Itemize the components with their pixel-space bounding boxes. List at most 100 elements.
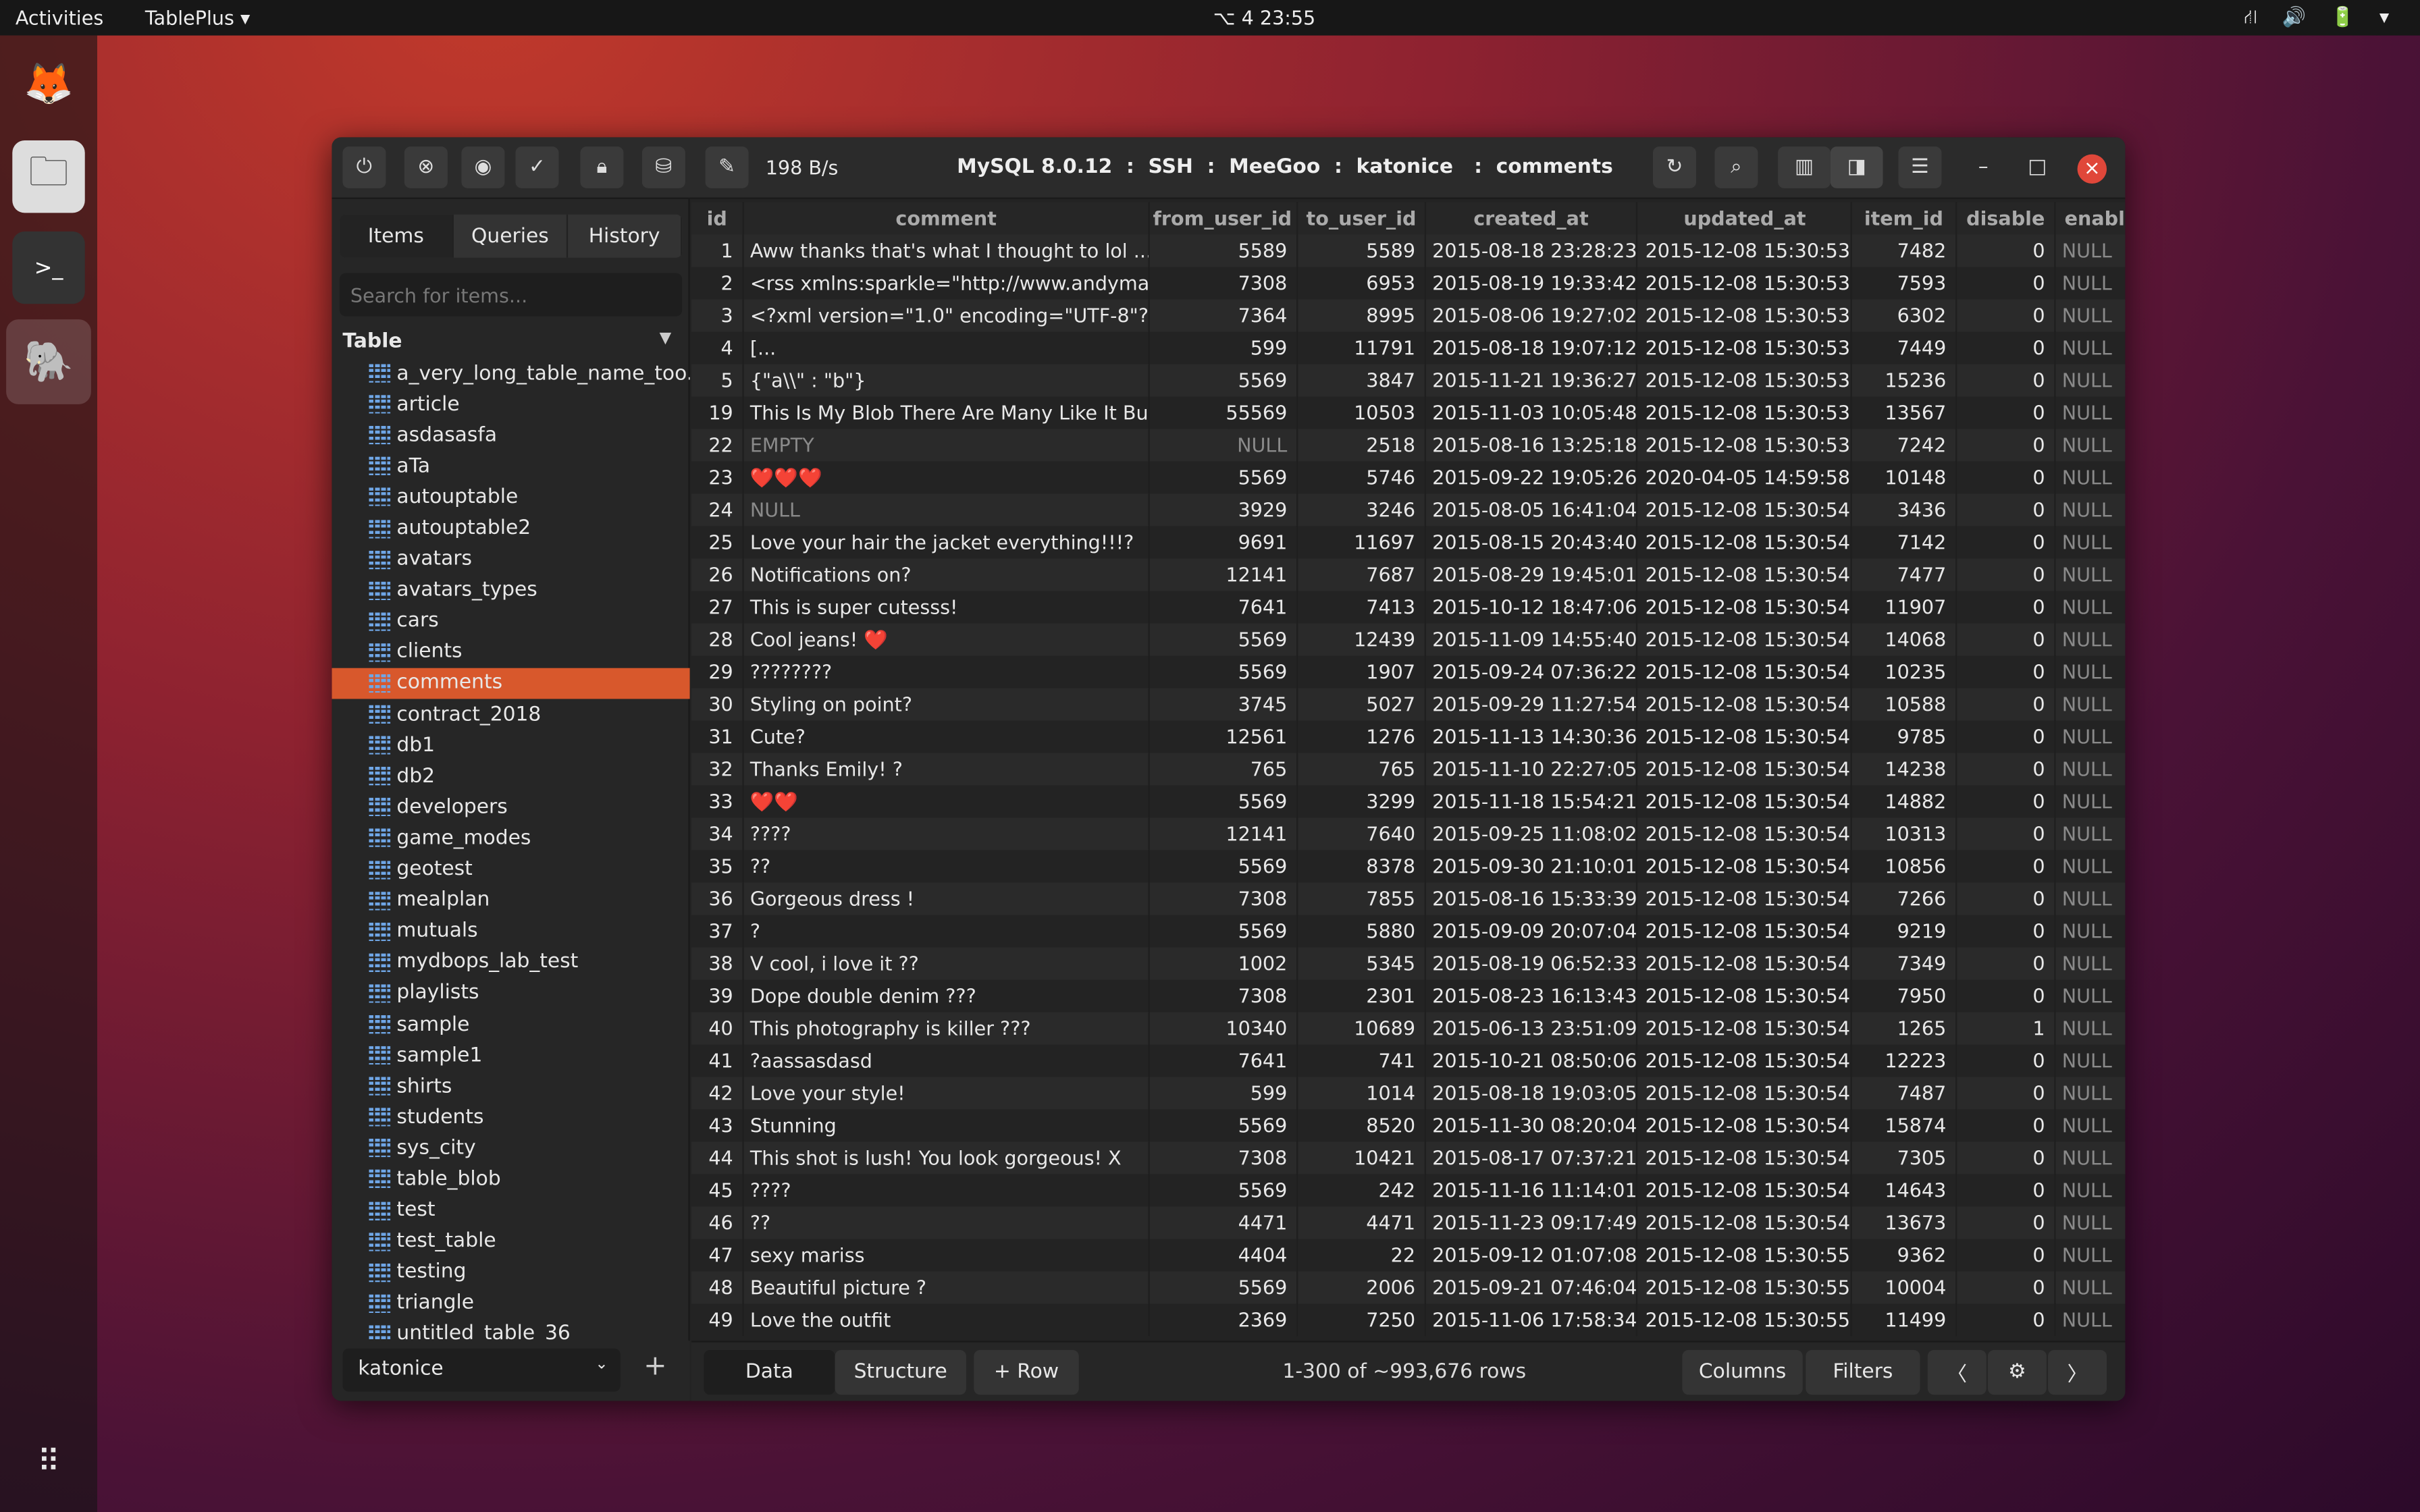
sidebar-item-contract-2018[interactable]: contract_2018: [332, 699, 689, 730]
cell-comment[interactable]: ????????: [744, 655, 1150, 688]
cell-enable[interactable]: NULL: [2056, 493, 2126, 526]
cell-enable[interactable]: NULL: [2056, 623, 2126, 655]
cell-from_user_id[interactable]: 5569: [1149, 850, 1298, 883]
sidebar-item-article[interactable]: article: [332, 389, 689, 420]
cell-disable[interactable]: 0: [1957, 234, 2056, 267]
cell-id[interactable]: 4: [691, 331, 744, 364]
search-input[interactable]: Search for items...: [339, 273, 683, 317]
cell-enable[interactable]: NULL: [2056, 461, 2126, 493]
cell-enable[interactable]: NULL: [2056, 753, 2126, 785]
cell-comment[interactable]: Dope double denim ???: [744, 979, 1150, 1013]
cell-item_id[interactable]: 7593: [1852, 267, 1957, 300]
cell-updated_at[interactable]: 2015-12-08 15:30:54: [1639, 1012, 1852, 1045]
cell-id[interactable]: 36: [691, 882, 744, 915]
cell-created_at[interactable]: 2015-08-18 19:07:12: [1426, 331, 1638, 364]
cell-id[interactable]: 24: [691, 493, 744, 526]
sidebar-item-mydbops-lab-test[interactable]: mydbops_lab_test: [332, 947, 689, 978]
app-grid-icon[interactable]: ⠿: [12, 1424, 84, 1496]
cell-enable[interactable]: NULL: [2056, 1271, 2126, 1303]
cell-item_id[interactable]: 9362: [1852, 1239, 1957, 1272]
cell-updated_at[interactable]: 2015-12-08 15:30:54: [1639, 915, 1852, 948]
cell-to_user_id[interactable]: 10689: [1298, 1012, 1426, 1045]
cell-item_id[interactable]: 14643: [1852, 1174, 1957, 1207]
cell-disable[interactable]: 0: [1957, 1044, 2056, 1077]
cell-id[interactable]: 34: [691, 817, 744, 850]
cell-enable[interactable]: NULL: [2056, 1077, 2126, 1109]
cell-created_at[interactable]: 2015-11-09 14:55:40: [1426, 623, 1638, 656]
cell-from_user_id[interactable]: NULL: [1149, 429, 1298, 462]
table-row[interactable]: 3 <?xml version="1.0" encoding="UTF-8"?>.…: [691, 299, 2126, 332]
sidebar-item-students[interactable]: students: [332, 1102, 689, 1133]
cell-disable[interactable]: 0: [1957, 1271, 2056, 1304]
sidebar-item-playlists[interactable]: playlists: [332, 978, 689, 1009]
settings-icon[interactable]: ⚙: [1987, 1349, 2047, 1395]
cell-created_at[interactable]: 2015-08-19 19:33:42: [1426, 267, 1638, 300]
cell-to_user_id[interactable]: 12439: [1298, 623, 1426, 656]
cell-from_user_id[interactable]: 5569: [1149, 364, 1298, 397]
cell-item_id[interactable]: 11907: [1852, 591, 1957, 624]
cell-updated_at[interactable]: 2015-12-08 15:30:54: [1639, 655, 1852, 688]
cell-from_user_id[interactable]: 10340: [1149, 1012, 1298, 1045]
sidebar-item-mealplan[interactable]: mealplan: [332, 885, 689, 916]
cell-created_at[interactable]: 2015-06-13 23:51:09: [1426, 1012, 1638, 1045]
cell-comment[interactable]: Love the outfit: [744, 1303, 1150, 1336]
power-icon[interactable]: ⏻: [342, 146, 386, 188]
files-icon[interactable]: 🗀: [12, 140, 85, 213]
cell-disable[interactable]: 0: [1957, 1109, 2056, 1142]
table-row[interactable]: 19 This Is My Blob There Are Many Like It…: [691, 396, 2125, 429]
cell-updated_at[interactable]: 2015-12-08 15:30:53: [1639, 267, 1852, 300]
cell-created_at[interactable]: 2015-11-13 14:30:36: [1426, 720, 1638, 753]
edit-icon[interactable]: ✎: [705, 146, 749, 188]
cell-id[interactable]: 30: [691, 688, 744, 721]
close-icon[interactable]: ×: [2077, 154, 2107, 184]
cell-updated_at[interactable]: 2015-12-08 15:30:54: [1639, 623, 1852, 656]
sidebar-item-mutuals[interactable]: mutuals: [332, 916, 689, 947]
cell-comment[interactable]: {"a\\" : "b"}: [744, 364, 1150, 397]
cell-updated_at[interactable]: 2015-12-08 15:30:54: [1639, 785, 1852, 818]
cell-from_user_id[interactable]: 9691: [1149, 526, 1298, 559]
add-icon[interactable]: +: [643, 1350, 667, 1382]
cell-item_id[interactable]: 9219: [1852, 915, 1957, 948]
cell-updated_at[interactable]: 2015-12-08 15:30:53: [1639, 396, 1852, 429]
cell-to_user_id[interactable]: 8995: [1298, 299, 1426, 332]
cell-to_user_id[interactable]: 5880: [1298, 915, 1426, 948]
cell-from_user_id[interactable]: 4404: [1149, 1239, 1298, 1272]
cell-id[interactable]: 5: [691, 364, 744, 397]
cell-to_user_id[interactable]: 7640: [1298, 817, 1426, 850]
cell-from_user_id[interactable]: 3929: [1149, 493, 1298, 526]
cell-id[interactable]: 28: [691, 623, 744, 656]
cell-id[interactable]: 37: [691, 915, 744, 948]
sidebar-item-test-table[interactable]: test_table: [332, 1226, 689, 1257]
sidebar-item-test[interactable]: test: [332, 1195, 689, 1226]
cell-from_user_id[interactable]: 7308: [1149, 267, 1298, 300]
cell-item_id[interactable]: 7266: [1852, 882, 1957, 915]
cell-updated_at[interactable]: 2015-12-08 15:30:54: [1639, 979, 1852, 1013]
cell-item_id[interactable]: 10148: [1852, 461, 1957, 494]
cell-created_at[interactable]: 2015-08-17 07:37:21: [1426, 1141, 1638, 1174]
check-icon[interactable]: ✓: [515, 146, 559, 188]
cell-item_id[interactable]: 15874: [1852, 1109, 1957, 1142]
cell-item_id[interactable]: 7305: [1852, 1141, 1957, 1174]
cell-item_id[interactable]: 7449: [1852, 331, 1957, 364]
cell-disable[interactable]: 0: [1957, 915, 2056, 948]
cell-enable[interactable]: NULL: [2056, 364, 2126, 396]
filters-button[interactable]: Filters: [1806, 1349, 1920, 1395]
table-row[interactable]: 23 ❤️❤️❤️ 5569 5746 2015-09-22 19:05:26 2020-…: [691, 461, 2126, 494]
table-row[interactable]: 4 [... 599 11791 2015-08-18 19:07:12 2015-12-…: [691, 331, 2125, 364]
cell-updated_at[interactable]: 2015-12-08 15:30:55: [1639, 1303, 1852, 1336]
chevron-down-icon[interactable]: ▼: [660, 330, 672, 347]
cell-to_user_id[interactable]: 10503: [1298, 396, 1426, 429]
search-icon[interactable]: ⌕: [1714, 146, 1758, 188]
cell-id[interactable]: 1: [691, 234, 744, 267]
column-header-item_id[interactable]: item_id: [1852, 202, 1957, 235]
cell-from_user_id[interactable]: 4471: [1149, 1206, 1298, 1239]
cell-updated_at[interactable]: 2015-12-08 15:30:54: [1639, 493, 1852, 526]
tab-history[interactable]: History: [568, 214, 683, 258]
table-row[interactable]: 25 Love your hair the jacket everything!!…: [691, 526, 2125, 559]
cell-to_user_id[interactable]: 3299: [1298, 785, 1426, 818]
activities-button[interactable]: Activities: [16, 6, 103, 29]
cell-id[interactable]: 47: [691, 1239, 744, 1272]
cell-to_user_id[interactable]: 2301: [1298, 979, 1426, 1013]
table-row[interactable]: 41 ?aassasdasd 7641 741 2015-10-21 08:50:06 2…: [691, 1044, 2125, 1077]
table-row[interactable]: 2 <rss xmlns:sparkle="http://www.andyma..…: [691, 267, 2125, 300]
